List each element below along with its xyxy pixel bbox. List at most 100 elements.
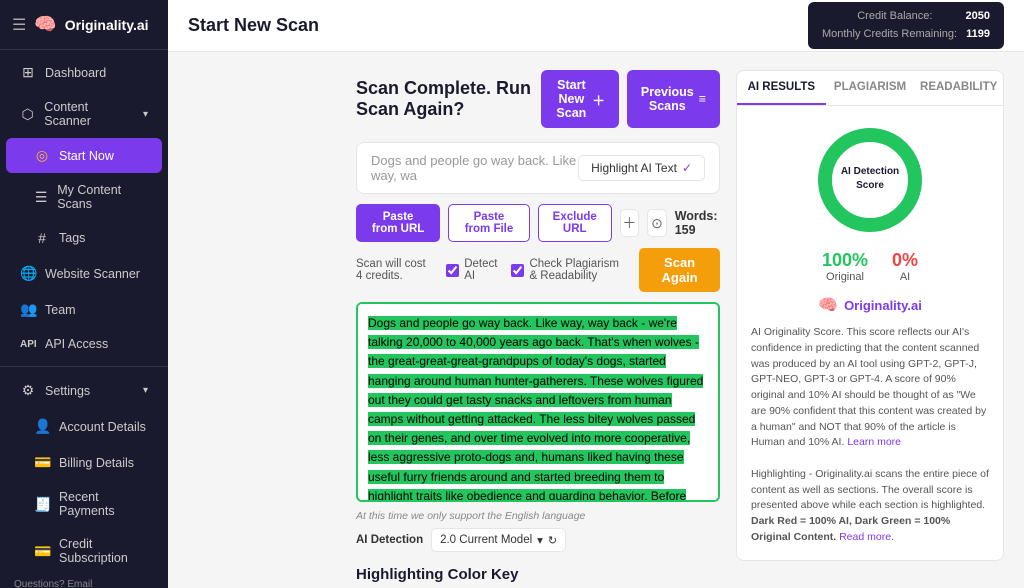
- chevron-down-icon: ▾: [143, 385, 148, 396]
- sidebar-item-my-team[interactable]: 👥 Team: [6, 292, 162, 327]
- sidebar-header: ☰ 🧠 Originality.ai: [0, 0, 168, 50]
- sidebar-item-label: Billing Details: [59, 456, 134, 470]
- sidebar-item-my-content-scans[interactable]: ☰ My Content Scans: [6, 174, 162, 220]
- sidebar-item-label: Tags: [59, 231, 85, 245]
- credit-info: Credit Balance: 2050 Monthly Credits Rem…: [808, 2, 1004, 49]
- card-icon: 💳: [34, 454, 50, 471]
- menu-icon[interactable]: ☰: [12, 15, 26, 35]
- plus-icon: ＋: [592, 90, 605, 109]
- scan-cost-text: Scan will cost 4 credits.: [356, 258, 432, 282]
- results-description: AI Originality Score. This score reflect…: [751, 325, 989, 546]
- ai-model-value: 2.0 Current Model: [440, 534, 532, 546]
- paste-from-url-button[interactable]: Paste from URL: [356, 204, 440, 242]
- previous-scans-button[interactable]: Previous Scans ≡: [627, 70, 720, 128]
- toolbar: Paste from URL Paste from File Exclude U…: [356, 204, 720, 242]
- sidebar-item-label: My Content Scans: [57, 183, 148, 211]
- highlight-label: Highlight AI Text: [591, 161, 677, 175]
- sidebar-item-content-scanner[interactable]: ⬡ Content Scanner ▾: [6, 91, 162, 137]
- scan-complete-title: Scan Complete. Run Scan Again?: [356, 78, 541, 120]
- sidebar-logo-text: Originality.ai: [65, 17, 149, 33]
- sidebar-support: Questions? Email support@originality.ai: [0, 575, 168, 588]
- brain-icon: 🧠: [34, 14, 56, 35]
- left-panel: Scan Complete. Run Scan Again? Start New…: [356, 70, 720, 570]
- donut-chart: AI Detection Score: [751, 120, 989, 240]
- scan-actions: Start New Scan ＋ Previous Scans ≡: [541, 70, 720, 128]
- results-body: AI Detection Score 100% Original 0% AI: [737, 106, 1003, 560]
- sidebar-item-website-scanner[interactable]: 🌐 Website Scanner: [6, 256, 162, 291]
- copy-button[interactable]: ⊙: [647, 209, 667, 237]
- scan-complete-bar: Scan Complete. Run Scan Again? Start New…: [356, 70, 720, 128]
- tab-ai-results[interactable]: AI RESULTS: [737, 71, 826, 105]
- sidebar-item-api-access[interactable]: API API Access: [6, 328, 162, 360]
- word-count: Words: 159: [675, 209, 720, 237]
- sidebar-item-credit-subscription[interactable]: 💳 Credit Subscription: [6, 528, 162, 574]
- receipt-icon: 🧾: [34, 496, 50, 513]
- refresh-icon: ↻: [548, 534, 557, 547]
- page-title: Start New Scan: [188, 15, 796, 36]
- sidebar-item-label: Team: [45, 303, 76, 317]
- sidebar-item-label: Settings: [45, 384, 90, 398]
- start-new-scan-label: Start New Scan: [555, 78, 587, 120]
- previous-scans-label: Previous Scans: [641, 85, 694, 113]
- sidebar-item-account-details[interactable]: 👤 Account Details: [6, 409, 162, 444]
- sidebar-item-label: Website Scanner: [45, 267, 140, 281]
- brand-name: Originality.ai: [844, 298, 922, 313]
- ai-pct: 0%: [892, 250, 918, 271]
- circle-icon: ◎: [34, 147, 50, 164]
- sidebar-item-start-new-scan[interactable]: ◎ Start Now: [6, 138, 162, 173]
- read-more-link[interactable]: Read more.: [839, 531, 894, 543]
- main-content: Scan Complete. Run Scan Again? Start New…: [336, 52, 1024, 588]
- sidebar-item-recent-payments[interactable]: 🧾 Recent Payments: [6, 481, 162, 527]
- ai-model-select[interactable]: 2.0 Current Model ▾ ↻: [431, 528, 566, 552]
- sidebar: ☰ 🧠 Originality.ai ⊞ Dashboard ⬡ Content…: [0, 0, 168, 588]
- paste-from-file-button[interactable]: Paste from File: [448, 204, 530, 242]
- results-tabs: AI RESULTS PLAGIARISM READABILITY: [737, 71, 1003, 106]
- check-plagiarism-checkbox[interactable]: Check Plagiarism & Readability: [511, 258, 625, 282]
- highlight-ai-text-button[interactable]: Highlight AI Text ✓: [578, 155, 705, 181]
- sidebar-item-label: Recent Payments: [59, 490, 148, 518]
- sidebar-item-dashboard[interactable]: ⊞ Dashboard: [6, 55, 162, 90]
- language-note: At this time we only support the English…: [356, 510, 720, 522]
- sidebar-item-label: API Access: [45, 337, 108, 351]
- results-card: AI RESULTS PLAGIARISM READABILITY AI Det…: [736, 70, 1004, 561]
- dashboard-icon: ⊞: [20, 64, 36, 81]
- chevron-down-icon: ▾: [143, 109, 148, 120]
- input-area: Dogs and people go way back. Like way, w…: [356, 142, 720, 194]
- right-panel: AI RESULTS PLAGIARISM READABILITY AI Det…: [736, 70, 1004, 570]
- score-labels: 100% Original 0% AI: [751, 250, 989, 283]
- scan-again-button[interactable]: Scan Again: [639, 248, 720, 292]
- original-pct: 100%: [822, 250, 868, 271]
- sidebar-item-billing-details[interactable]: 💳 Billing Details: [6, 445, 162, 480]
- api-icon: API: [20, 339, 36, 350]
- exclude-url-button[interactable]: Exclude URL: [538, 204, 612, 242]
- sidebar-item-label: Content Scanner: [44, 100, 134, 128]
- credit-balance-label: Credit Balance:: [857, 10, 932, 22]
- ai-score: 0% AI: [892, 250, 918, 283]
- check-icon: ✓: [682, 161, 692, 175]
- svg-text:Score: Score: [856, 180, 884, 191]
- learn-more-link[interactable]: Learn more: [847, 436, 901, 448]
- sidebar-item-tags[interactable]: # Tags: [6, 221, 162, 255]
- list-icon: ☰: [34, 189, 48, 206]
- start-new-scan-button[interactable]: Start New Scan ＋: [541, 70, 619, 128]
- highlight-key-title: Highlighting Color Key: [356, 566, 720, 583]
- originality-brand: 🧠 Originality.ai: [751, 295, 989, 315]
- scan-cost-bar: Scan will cost 4 credits. Detect AI Chec…: [356, 248, 720, 292]
- ai-detection-row: AI Detection 2.0 Current Model ▾ ↻: [356, 528, 720, 552]
- brain-brand-icon: 🧠: [818, 295, 838, 315]
- detect-ai-checkbox[interactable]: Detect AI: [446, 258, 497, 282]
- tag-icon: #: [34, 230, 50, 246]
- content-area[interactable]: Dogs and people go way back. Like way, w…: [356, 302, 720, 502]
- highlight-key: Highlighting Color Key 90% confidence th…: [356, 566, 720, 588]
- add-button[interactable]: ＋: [620, 209, 640, 237]
- team-icon: 👥: [20, 301, 36, 318]
- sidebar-item-label: Credit Subscription: [59, 537, 148, 565]
- tab-readability[interactable]: READABILITY: [914, 71, 1003, 105]
- tab-plagiarism[interactable]: PLAGIARISM: [826, 71, 915, 105]
- sidebar-item-settings[interactable]: ⚙ Settings ▾: [6, 373, 162, 408]
- original-score: 100% Original: [822, 250, 868, 283]
- monthly-credits-value: 1199: [966, 28, 990, 40]
- gear-icon: ⚙: [20, 382, 36, 399]
- ai-label: AI: [892, 271, 918, 283]
- donut-svg: AI Detection Score: [810, 120, 930, 240]
